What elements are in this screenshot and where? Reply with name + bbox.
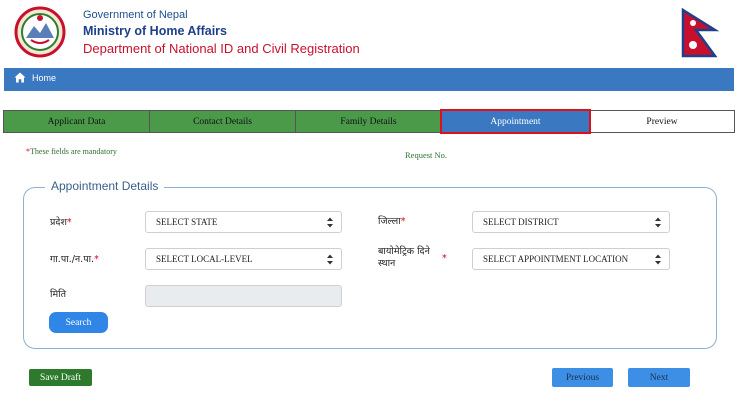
district-select[interactable]: SELECT DISTRICT (472, 211, 670, 233)
select-arrows-icon (327, 254, 333, 265)
local-level-select[interactable]: SELECT LOCAL-LEVEL (145, 248, 342, 270)
required-mark: * (66, 217, 72, 228)
state-select[interactable]: SELECT STATE (145, 211, 342, 233)
next-button[interactable]: Next (628, 368, 690, 387)
select-arrows-icon (655, 217, 661, 228)
appointment-location-select-value: SELECT APPOINTMENT LOCATION (483, 254, 629, 264)
ministry-name: Ministry of Home Affairs (83, 24, 228, 38)
district-select-value: SELECT DISTRICT (483, 217, 559, 227)
home-label: Home (32, 72, 57, 83)
local-level-label: गा.पा./न.पा.* (50, 254, 99, 265)
appointment-location-label: बायोमेट्रिक दिने स्थान (378, 246, 430, 269)
request-no-label: Request No. (405, 150, 448, 160)
mandatory-text: These fields are mandatory (30, 147, 117, 156)
home-icon (14, 72, 26, 83)
required-mark: * (94, 254, 99, 265)
local-level-select-value: SELECT LOCAL-LEVEL (156, 254, 253, 264)
department-name: Department of National ID and Civil Regi… (83, 41, 360, 56)
site-header: Government of Nepal Ministry of Home Aff… (0, 0, 738, 66)
section-title: Appointment Details (45, 179, 165, 193)
date-label: मिति (50, 289, 67, 300)
tab-preview[interactable]: Preview (589, 110, 735, 133)
save-draft-button[interactable]: Save Draft (29, 369, 92, 386)
state-select-value: SELECT STATE (156, 217, 218, 227)
date-field[interactable] (145, 285, 342, 307)
nepal-emblem-logo (14, 6, 66, 58)
select-arrows-icon (655, 254, 661, 265)
select-arrows-icon (327, 217, 333, 228)
state-label: प्रदेश* (50, 217, 72, 228)
tab-family-details[interactable]: Family Details (295, 110, 442, 133)
government-name: Government of Nepal (83, 9, 188, 21)
required-mark: * (400, 216, 406, 227)
search-button[interactable]: Search (49, 312, 108, 333)
appointment-location-select[interactable]: SELECT APPOINTMENT LOCATION (472, 248, 670, 270)
tab-contact-details[interactable]: Contact Details (149, 110, 296, 133)
nepal-flag-icon (681, 8, 720, 58)
tab-applicant-data[interactable]: Applicant Data (3, 110, 150, 133)
department-title-block: Government of Nepal Ministry of Home Aff… (83, 8, 360, 58)
top-navbar: Home (4, 68, 734, 91)
previous-button[interactable]: Previous (552, 368, 613, 387)
required-mark: * (442, 253, 447, 264)
home-link[interactable]: Home (14, 72, 56, 83)
tab-appointment[interactable]: Appointment (440, 109, 591, 134)
district-label: जिल्ला* (378, 216, 406, 227)
mandatory-note: *These fields are mandatory (26, 147, 117, 156)
step-tabs: Applicant Data Contact Details Family De… (3, 109, 735, 134)
